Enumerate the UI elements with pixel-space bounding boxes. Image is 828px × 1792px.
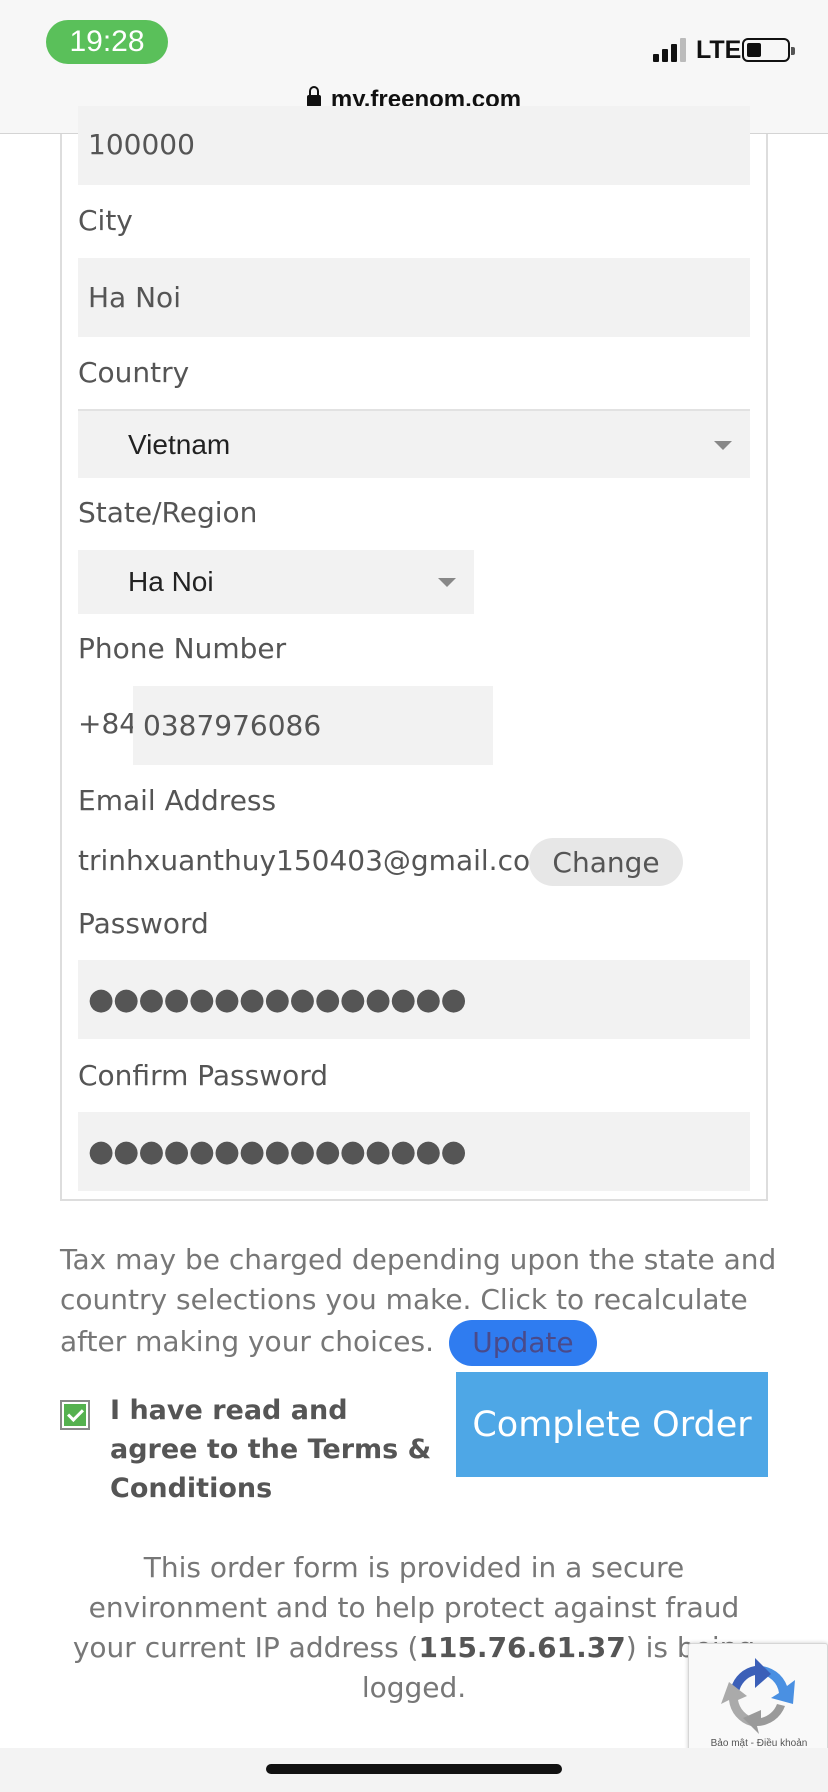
confirm-password-label: Confirm Password xyxy=(78,1059,329,1092)
state-value: Ha Noi xyxy=(128,566,214,597)
change-email-button[interactable]: Change xyxy=(529,838,683,886)
battery-icon xyxy=(742,38,795,62)
phone-country-code: +84 xyxy=(78,707,138,740)
country-label: Country xyxy=(78,356,190,389)
recaptcha-icon xyxy=(721,1658,795,1734)
recaptcha-badge[interactable]: Bảo mật - Điều khoản xyxy=(688,1643,828,1763)
checkmark-icon xyxy=(64,1404,86,1426)
status-time: 19:28 xyxy=(46,20,168,64)
country-select[interactable]: Vietnam xyxy=(78,409,750,478)
network-type: LTE xyxy=(696,36,742,64)
update-button[interactable]: Update xyxy=(448,1320,597,1366)
city-label: City xyxy=(78,204,133,237)
chevron-down-icon xyxy=(438,578,456,587)
tax-note-text: Tax may be charged depending upon the st… xyxy=(60,1243,777,1358)
state-select[interactable]: Ha Noi xyxy=(78,550,474,614)
home-indicator[interactable] xyxy=(266,1764,562,1774)
complete-order-button[interactable]: Complete Order xyxy=(456,1372,768,1477)
phone-input[interactable]: 0387976086 xyxy=(133,686,493,765)
phone-label: Phone Number xyxy=(78,632,287,665)
terms-checkbox[interactable] xyxy=(60,1400,90,1430)
confirm-password-input[interactable]: ●●●●●●●●●●●●●●● xyxy=(78,1112,750,1191)
email-label: Email Address xyxy=(78,784,277,817)
security-note: This order form is provided in a secure … xyxy=(70,1548,758,1708)
terms-agreement-label[interactable]: I have read and agree to the Terms & Con… xyxy=(110,1391,440,1508)
cellular-signal-icon xyxy=(653,38,687,62)
tax-note: Tax may be charged depending upon the st… xyxy=(60,1240,780,1366)
country-value: Vietnam xyxy=(128,428,231,460)
password-label: Password xyxy=(78,907,209,940)
password-input[interactable]: ●●●●●●●●●●●●●●● xyxy=(78,960,750,1039)
email-value: trinhxuanthuy150403@gmail.com xyxy=(78,844,558,877)
ip-address: 115.76.61.37 xyxy=(418,1631,626,1664)
city-input[interactable]: Ha Noi xyxy=(78,258,750,337)
state-label: State/Region xyxy=(78,496,258,529)
postcode-input[interactable]: 100000 xyxy=(78,106,750,185)
chevron-down-icon xyxy=(714,441,732,450)
